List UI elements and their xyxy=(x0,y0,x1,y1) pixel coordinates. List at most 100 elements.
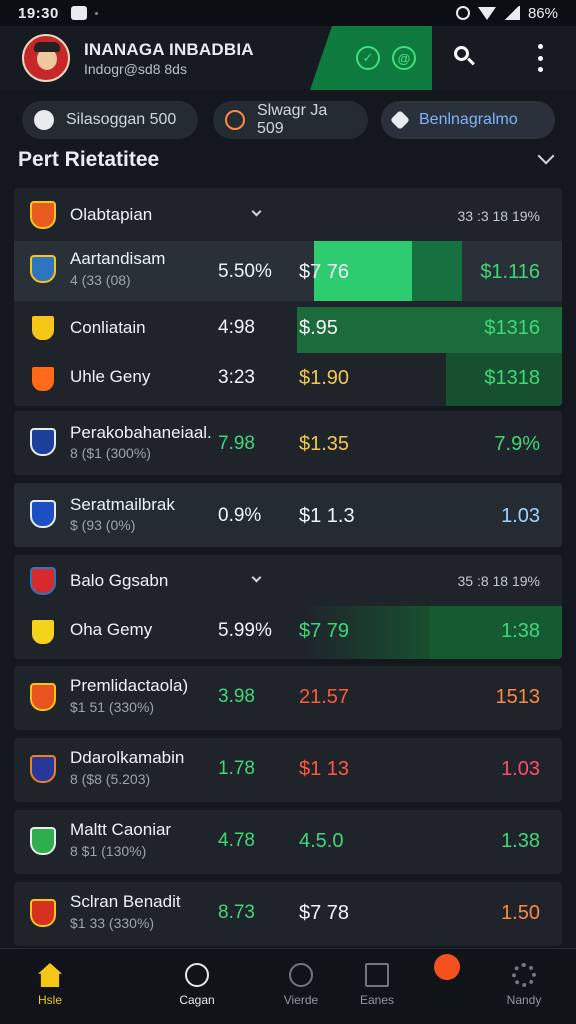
row-price[interactable]: $7 76 xyxy=(299,261,349,284)
nav-nandy[interactable]: Nandy xyxy=(484,949,564,1024)
row-percent: 8.73 xyxy=(218,902,255,923)
group-name: Olabtapian xyxy=(70,205,153,224)
nav-vierde[interactable]: Vierde xyxy=(261,949,341,1024)
chevron-down-icon[interactable] xyxy=(251,206,262,217)
search-icon[interactable] xyxy=(452,44,478,70)
row-price[interactable]: $1.35 xyxy=(299,433,349,456)
table-row[interactable]: Sclran Benadit $1 33 (330%) 8.73 $7 78 1… xyxy=(14,882,562,946)
group-panel: Balo Ggsabn 35 :8 18 19% Oha Gemy 5.99% … xyxy=(14,555,562,659)
ring-icon xyxy=(185,963,209,987)
app-header: INANAGA INBADBIA Indogr@sd8 8ds ✓ @ xyxy=(0,26,576,90)
table-row[interactable]: Ddarolkamabin 8 ($8 (5.203) 1.78 $1 13 1… xyxy=(14,738,562,802)
group-panel: Olabtapian 33 :3 18 19% Aartandisam 4 (3… xyxy=(14,188,562,406)
nav-eanes[interactable]: Eanes xyxy=(337,949,417,1024)
table-row[interactable]: Conliatain 4:98 $.95 $1316 xyxy=(14,301,562,353)
club-badge-icon xyxy=(30,899,56,927)
avatar-hat xyxy=(34,42,60,52)
row-price[interactable]: 4.5.0 xyxy=(299,830,343,853)
app-title: INANAGA INBADBIA xyxy=(84,40,254,59)
row-percent: 0.9% xyxy=(218,505,262,526)
wifi-icon xyxy=(477,6,496,20)
table-row[interactable]: Perakobahaneiaal. 8 ($1 (300%) 7.98 $1.3… xyxy=(14,411,562,475)
row-price[interactable]: $1 13 xyxy=(299,758,349,781)
price-highlight-dark xyxy=(430,606,562,659)
club-badge-icon xyxy=(30,201,56,229)
gear-icon xyxy=(512,963,536,987)
chevron-down-icon[interactable] xyxy=(537,147,555,165)
row-price[interactable]: $1 1.3 xyxy=(299,505,355,528)
row-price[interactable]: $.95 xyxy=(299,317,338,340)
club-badge-icon xyxy=(30,755,56,783)
status-bar: 19:30 86% xyxy=(0,0,576,26)
row-value[interactable]: $1318 xyxy=(484,367,540,390)
row-value[interactable]: $1316 xyxy=(484,317,540,340)
row-name: Seratmailbrak xyxy=(70,495,175,514)
table-row[interactable]: Maltt Caoniar 8 $1 (130%) 4.78 4.5.0 1.3… xyxy=(14,810,562,874)
row-value[interactable]: 1.38 xyxy=(501,830,540,853)
battery-level: 86% xyxy=(527,4,558,22)
row-value[interactable]: 7.9% xyxy=(494,433,540,456)
row-name: Sclran Benadit xyxy=(70,892,181,911)
row-name: Oha Gemy xyxy=(70,620,153,639)
chip-silasoggan[interactable]: Silasoggan 500 xyxy=(22,101,198,139)
club-badge-icon xyxy=(30,567,56,595)
row-percent: 3.98 xyxy=(218,686,255,707)
alarm-icon xyxy=(455,6,470,20)
row-percent: 5.99% xyxy=(218,620,272,641)
row-meta: 8 $1 (130%) xyxy=(70,843,147,859)
group-name: Balo Ggsabn xyxy=(70,571,169,590)
group-header[interactable]: Olabtapian 33 :3 18 19% xyxy=(14,188,562,240)
table-row[interactable]: Premlidactaola) $1 51 (330%) 3.98 21.57 … xyxy=(14,666,562,730)
chip-label: Benlnagralmo xyxy=(419,111,518,128)
avatar[interactable] xyxy=(22,34,70,82)
at-icon[interactable]: @ xyxy=(392,46,416,70)
row-price[interactable]: 21.57 xyxy=(299,686,349,709)
shield-icon[interactable]: ✓ xyxy=(356,46,380,70)
club-badge-icon xyxy=(30,428,56,456)
row-percent: 3:23 xyxy=(218,367,255,388)
club-badge-icon xyxy=(30,314,56,342)
club-badge-icon xyxy=(30,255,56,283)
table-row[interactable]: Oha Gemy 5.99% $7 79 1:38 xyxy=(14,606,562,659)
notification-icon xyxy=(70,6,87,20)
chevron-down-icon[interactable] xyxy=(251,572,262,583)
row-price[interactable]: $1.90 xyxy=(299,367,349,390)
doc-icon xyxy=(365,963,389,987)
row-value[interactable]: 1.03 xyxy=(501,505,540,528)
row-meta: $1 51 (330%) xyxy=(70,699,155,715)
table-row[interactable]: Seratmailbrak $ (93 (0%) 0.9% $1 1.3 1.0… xyxy=(14,483,562,547)
status-time: 19:30 xyxy=(18,4,59,22)
handshake-icon xyxy=(34,110,54,130)
nav-label: Hsle xyxy=(37,993,62,1007)
row-name: Perakobahaneiaal. xyxy=(70,423,212,442)
chip-slwagr[interactable]: Slwagr Ja 509 xyxy=(213,101,368,139)
table-row[interactable]: Aartandisam 4 (33 (08) 5.50% $7 76 $1.11… xyxy=(14,241,562,301)
group-header[interactable]: Balo Ggsabn 35 :8 18 19% xyxy=(14,555,562,605)
row-name: Maltt Caoniar xyxy=(70,820,172,839)
chip-benlnagralmo[interactable]: Benlnagralmo xyxy=(381,101,555,139)
notification-badge-icon[interactable] xyxy=(434,954,460,980)
row-value[interactable]: $1.116 xyxy=(480,261,540,284)
row-value[interactable]: 1513 xyxy=(496,686,541,709)
row-meta: 8 ($1 (300%) xyxy=(70,445,151,461)
nav-label: Cagan xyxy=(179,993,215,1007)
row-meta: 4 (33 (08) xyxy=(70,272,131,288)
chip-label: Silasoggan 500 xyxy=(66,111,177,128)
row-value[interactable]: 1:38 xyxy=(501,620,540,643)
pen-icon xyxy=(390,110,410,130)
row-value[interactable]: 1.03 xyxy=(501,758,540,781)
nav-home[interactable]: Hsle xyxy=(10,949,90,1024)
row-value[interactable]: 1.50 xyxy=(501,902,540,925)
row-meta: $1 33 (330%) xyxy=(70,915,155,931)
more-vert-icon[interactable] xyxy=(536,44,544,72)
row-name: Uhle Geny xyxy=(70,367,151,386)
app-subtitle: Indogr@sd8 8ds xyxy=(84,61,187,77)
table-row[interactable]: Uhle Geny 3:23 $1.90 $1318 xyxy=(14,353,562,406)
status-dot-icon xyxy=(94,11,98,15)
row-price[interactable]: $7 79 xyxy=(299,620,349,643)
club-badge-icon xyxy=(30,683,56,711)
signal-icon xyxy=(503,6,520,20)
nav-cagan[interactable]: Cagan xyxy=(157,949,237,1024)
row-price[interactable]: $7 78 xyxy=(299,902,349,925)
row-meta: 8 ($8 (5.203) xyxy=(70,771,151,787)
